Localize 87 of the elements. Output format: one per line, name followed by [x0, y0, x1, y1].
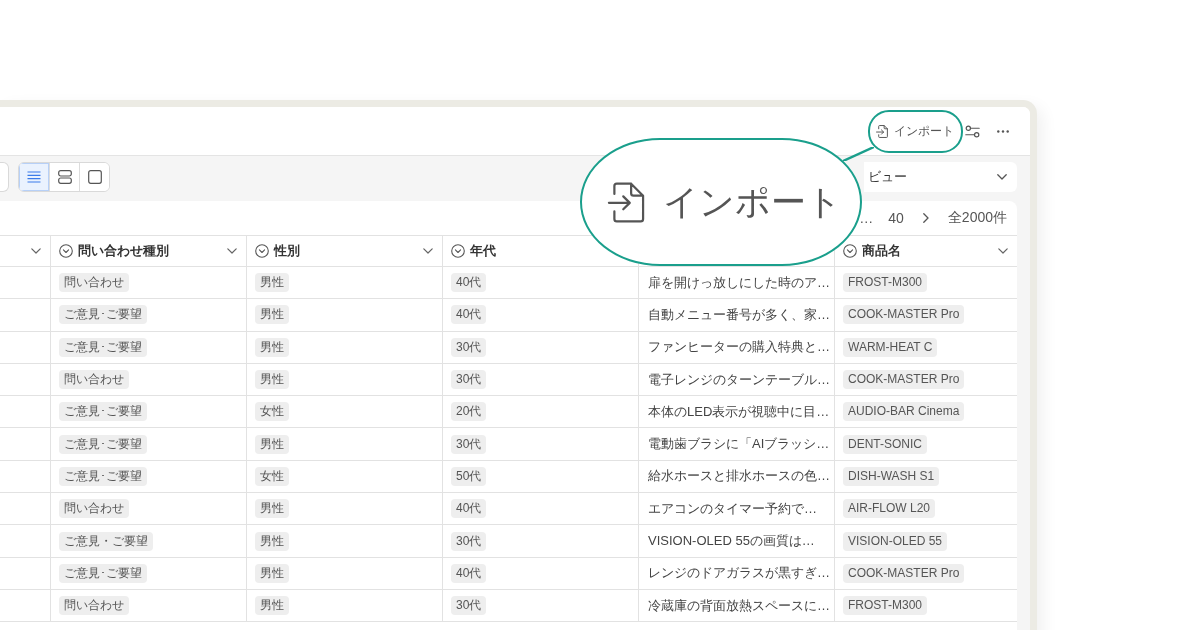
category-tag: ご意見･ご要望: [59, 337, 147, 357]
gender-tag: 男性: [255, 563, 289, 583]
gender-tag: 男性: [255, 531, 289, 551]
column-title: 問い合わせ種別: [78, 242, 169, 260]
sliders-icon: [965, 124, 980, 138]
square-icon: [87, 170, 102, 184]
chevron-down-icon[interactable]: [227, 248, 237, 254]
table-cell: 給水ホースと排水ホースの色…: [638, 460, 834, 493]
product-tag: FROST-M300: [843, 596, 927, 616]
table-cell: 扉を開けっ放しにした時のア…: [638, 267, 834, 299]
category-tag: 問い合わせ: [59, 596, 129, 616]
callout-label: インポート: [663, 180, 842, 223]
table-cell: エアコンのタイマー予約で…: [638, 493, 834, 525]
table-cell: 本体のLED表示が視聴中に目…: [638, 396, 834, 428]
category-tag: 問い合わせ: [59, 273, 129, 293]
gender-tag: 女性: [255, 402, 289, 422]
product-tag: WARM-HEAT C: [843, 337, 938, 357]
product-tag: COOK-MASTER Pro: [843, 370, 965, 390]
circle-chevron-icon: [843, 244, 857, 258]
chevron-down-icon[interactable]: [31, 248, 41, 254]
age-tag: 30代: [451, 337, 487, 357]
age-tag: 40代: [451, 273, 487, 293]
category-tag: ご意見･ご要望: [59, 434, 147, 454]
table-cell: 自動メニュー番号が多く、家…: [638, 299, 834, 331]
category-tag: 問い合わせ: [59, 499, 129, 519]
age-tag: 30代: [451, 596, 487, 616]
column-title: 性別: [274, 242, 300, 260]
product-tag: AUDIO-BAR Cinema: [843, 402, 965, 422]
import-button[interactable]: インポート: [871, 118, 959, 144]
gender-tag: 男性: [255, 273, 289, 293]
age-tag: 30代: [451, 370, 487, 390]
gender-tag: 男性: [255, 499, 289, 519]
category-tag: ご意見・ご要望: [59, 531, 153, 551]
table-cell: 電動歯ブラシに「AIブラッシ…: [638, 428, 834, 460]
gender-tag: 男性: [255, 434, 289, 454]
pagination-ellipsis: …: [859, 210, 874, 226]
settings-button[interactable]: [963, 122, 982, 140]
chevron-right-icon: [922, 213, 929, 223]
table-cell: レンジのドアガラスが黒すぎ…: [638, 557, 834, 589]
product-tag: AIR-FLOW L20: [843, 499, 936, 519]
view-toggle-button[interactable]: [79, 163, 109, 191]
category-tag: ご意見･ご要望: [59, 305, 147, 325]
product-tag: COOK-MASTER Pro: [843, 305, 965, 325]
file-import-icon: [876, 123, 889, 139]
chevron-down-icon[interactable]: [423, 248, 433, 254]
age-tag: 40代: [451, 499, 487, 519]
circle-chevron-icon: [255, 244, 269, 258]
chevron-down-icon[interactable]: [998, 248, 1008, 254]
list-icon: [27, 171, 41, 183]
age-tag: 30代: [451, 434, 487, 454]
column-title: 年代: [470, 242, 496, 260]
product-tag: FROST-M300: [843, 273, 927, 293]
table-cell: 冷蔵庫の背面放熱スペースに…: [638, 589, 834, 622]
category-tag: ご意見･ご要望: [59, 563, 147, 583]
table-cell: ファンヒーターの購入特典と…: [638, 331, 834, 363]
gender-tag: 男性: [255, 337, 289, 357]
product-tag: DISH-WASH S1: [843, 466, 940, 486]
product-tag: VISION-OLED 55: [843, 531, 948, 551]
table-cell: 電子レンジのターンテーブル…: [638, 363, 834, 396]
page-number[interactable]: 40: [888, 210, 904, 226]
view-toggle-button[interactable]: [19, 163, 49, 191]
stacked-rows-icon: [57, 170, 72, 184]
product-tag: COOK-MASTER Pro: [843, 563, 965, 583]
next-page-button[interactable]: [920, 211, 931, 225]
product-tag: DENT-SONIC: [843, 434, 927, 454]
circle-chevron-icon: [451, 244, 465, 258]
connector-line: [843, 147, 874, 161]
age-tag: 20代: [451, 402, 487, 422]
view-select[interactable]: ビュー: [864, 162, 1017, 192]
chevron-down-icon: [997, 174, 1007, 180]
age-tag: 40代: [451, 563, 487, 583]
gender-tag: 男性: [255, 370, 289, 390]
age-tag: 30代: [451, 531, 487, 551]
gender-tag: 男性: [255, 305, 289, 325]
gender-tag: 女性: [255, 466, 289, 486]
age-tag: 50代: [451, 466, 487, 486]
category-tag: ご意見･ご要望: [59, 466, 147, 486]
file-import-icon: [607, 181, 645, 223]
column-title: 商品名: [862, 242, 901, 260]
more-icon: [997, 129, 1009, 133]
circle-chevron-icon: [59, 244, 73, 258]
gender-tag: 男性: [255, 596, 289, 616]
age-tag: 40代: [451, 305, 487, 325]
total-count: 全2000件: [947, 209, 1007, 227]
table-cell: VISION-OLED 55の画質は…: [638, 525, 834, 557]
category-tag: 問い合わせ: [59, 370, 129, 390]
category-tag: ご意見･ご要望: [59, 402, 147, 422]
